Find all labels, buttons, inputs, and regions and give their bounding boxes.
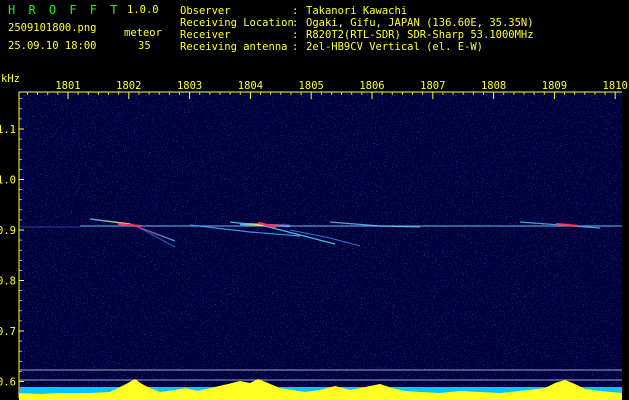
- time-label: 1808: [481, 80, 506, 92]
- time-label: 1802: [116, 80, 141, 92]
- freq-axis-labels: 1.1 1.0 0.9 0.8 0.7 0.6: [0, 124, 16, 389]
- time-label: 1807: [420, 80, 445, 92]
- freq-label: 1.0: [0, 175, 16, 187]
- time-label: 1810: [603, 80, 628, 92]
- freq-unit-label: kHz: [1, 73, 20, 85]
- time-label: 1805: [299, 80, 324, 92]
- time-label: 1806: [359, 80, 384, 92]
- time-label: 1803: [177, 80, 202, 92]
- freq-label: 0.8: [0, 276, 16, 288]
- time-label: 1801: [55, 80, 80, 92]
- spectrogram: 1801 1802 1803 1804 1805 1806 1807 1808 1809 1810…: [0, 80, 628, 400]
- freq-label: 1.1: [0, 124, 16, 136]
- time-label: 1804: [238, 80, 263, 92]
- freq-label: 0.9: [0, 225, 16, 237]
- time-axis-labels: 1801 1802 1803 1804 1805 1806 1807 1808 1809 1810: [55, 80, 627, 92]
- plot-noise: [19, 92, 622, 398]
- freq-label: 0.7: [0, 326, 16, 338]
- freq-label: 0.6: [0, 377, 16, 389]
- time-label: 1809: [542, 80, 567, 92]
